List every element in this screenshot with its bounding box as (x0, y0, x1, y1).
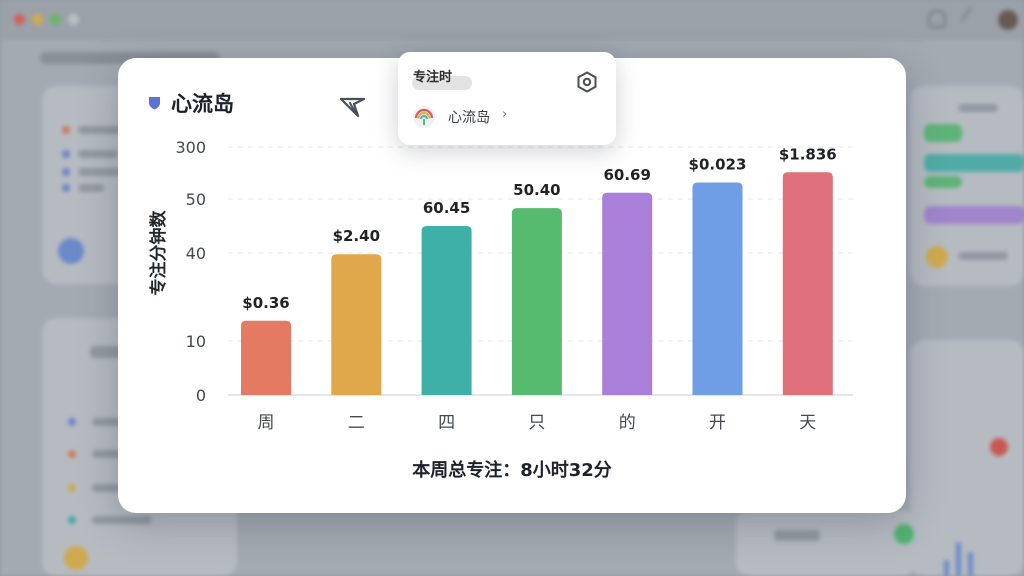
y-tick-label: 0 (196, 386, 206, 405)
bar-data-label: $0.023 (689, 156, 747, 174)
bar-data-label: $2.40 (333, 227, 380, 245)
bar-data-label: 50.40 (513, 181, 560, 199)
bar (421, 226, 472, 395)
y-tick-label: 300 (175, 138, 206, 157)
popover-app-link[interactable]: 心流岛 › (410, 102, 520, 130)
y-axis-title: 专注分钟数 (148, 210, 169, 296)
x-category-label: 天 (799, 413, 816, 433)
x-category-label: 的 (619, 413, 636, 433)
x-category-label: 只 (528, 413, 545, 433)
popover-app-label: 心流岛 (448, 110, 490, 126)
x-category-label: 二 (348, 413, 365, 433)
x-category-label: 周 (258, 413, 275, 433)
bar (241, 320, 291, 395)
bar-data-label: 60.45 (423, 199, 470, 217)
bar (331, 254, 382, 395)
y-tick-label: 50 (186, 190, 206, 209)
bar-data-label: $0.36 (242, 294, 289, 312)
bar (602, 192, 653, 395)
chevron-right-icon: › (502, 107, 508, 122)
x-category-label: 四 (438, 413, 455, 433)
bar-data-label: 60.69 (603, 166, 650, 184)
x-category-label: 开 (709, 413, 726, 433)
bar (782, 172, 833, 395)
rainbow-flower-icon (413, 106, 435, 128)
bar (511, 208, 562, 395)
settings-gear-icon[interactable] (576, 71, 598, 93)
y-tick-label: 40 (186, 244, 206, 263)
focus-popover: 专注时 心流岛 › (398, 52, 616, 145)
bar-data-label: $1.836 (779, 145, 837, 163)
y-tick-label: 10 (186, 332, 206, 351)
bar (692, 182, 743, 395)
weekly-total-focus: 本周总专注：8小时32分 (412, 460, 612, 481)
popover-title: 专注时 (413, 70, 453, 85)
